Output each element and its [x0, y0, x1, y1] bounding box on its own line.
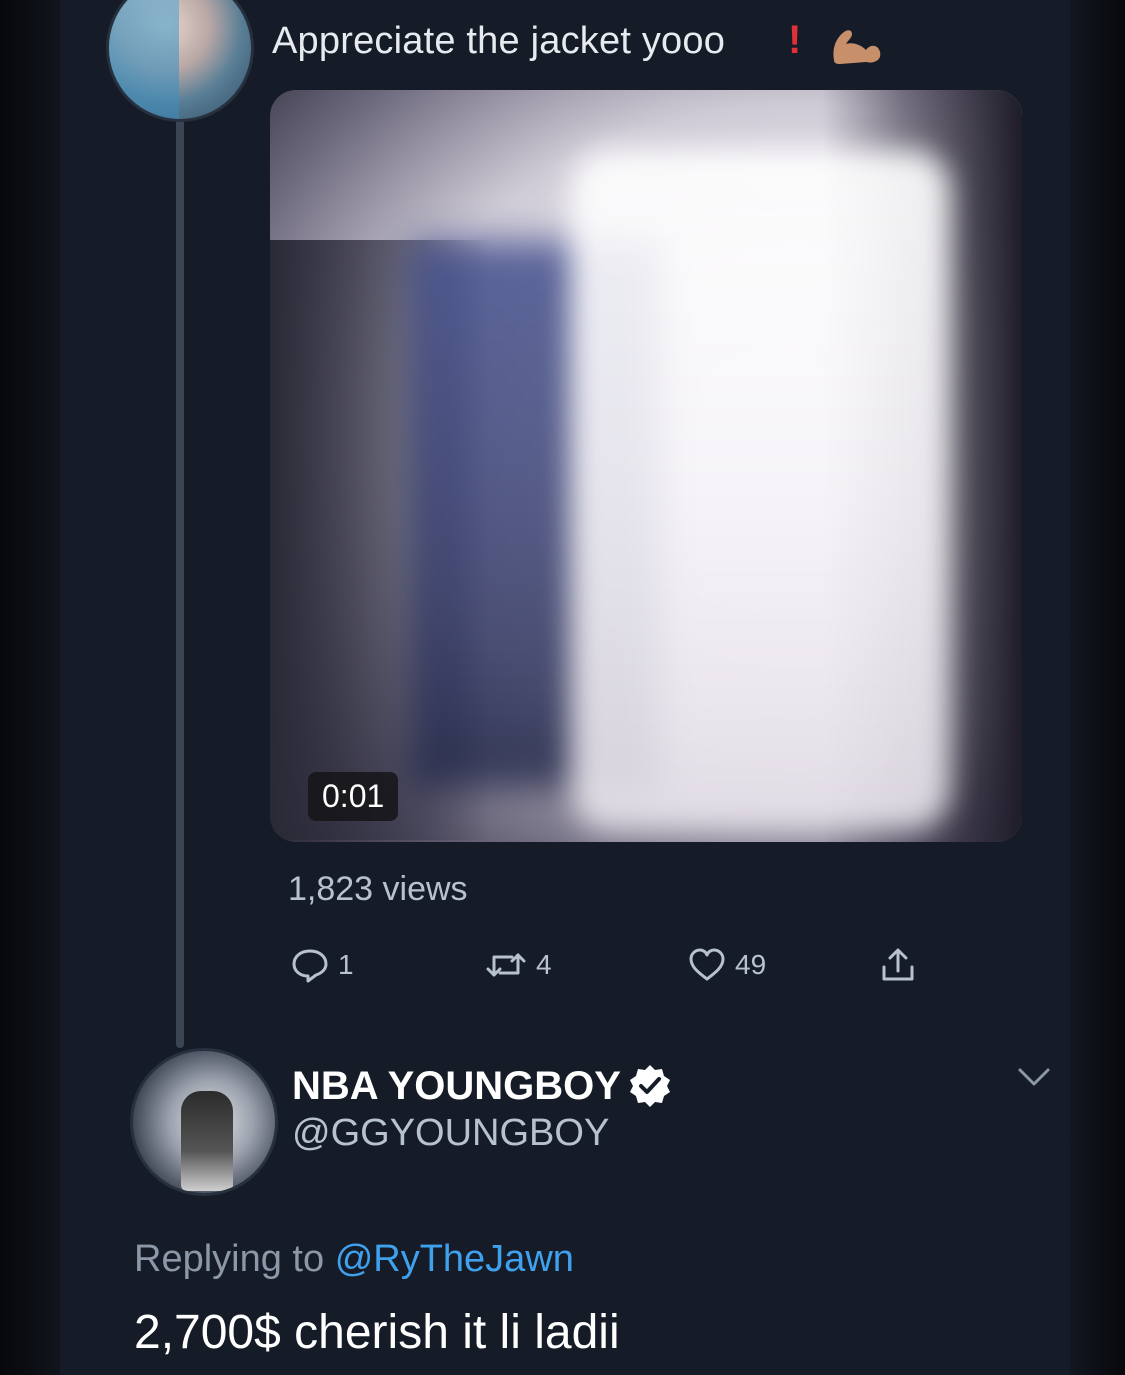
retweet-icon: [486, 953, 526, 977]
avatar-hair: [109, 0, 179, 119]
muscle-icon: [833, 30, 881, 64]
like-action[interactable]: 49: [687, 945, 766, 985]
share-action[interactable]: [878, 945, 918, 985]
right-edge: [1070, 0, 1125, 1375]
reply-author-name[interactable]: NBA YOUNGBOY: [292, 1064, 621, 1109]
share-icon: [882, 948, 914, 981]
reply-author-handle[interactable]: @GGYOUNGBOY: [292, 1112, 609, 1155]
screen: Appreciate the jacket yooo ! 0:01 1,823 …: [0, 0, 1125, 1375]
replying-to-line: Replying to @RyTheJawn: [134, 1238, 574, 1281]
video-timestamp: 0:01: [308, 772, 399, 821]
video-media[interactable]: 0:01: [270, 90, 1022, 842]
replying-to-mention[interactable]: @RyTheJawn: [335, 1238, 574, 1280]
thread-connector-line: [176, 118, 184, 1048]
exclamation-emoji: !: [788, 18, 802, 62]
reply-count: 1: [338, 949, 354, 980]
reply-icon: [292, 949, 328, 983]
avatar-figure: [181, 1091, 233, 1191]
like-icon: [689, 948, 725, 981]
parent-tweet-text: Appreciate the jacket yooo: [272, 20, 726, 62]
reply-author-avatar[interactable]: [130, 1048, 278, 1196]
left-edge: [0, 0, 60, 1375]
media-jacket: [570, 150, 950, 830]
retweet-count: 4: [536, 949, 552, 980]
verified-icon: [630, 1065, 670, 1107]
like-count: 49: [735, 949, 767, 980]
replying-to-label: Replying to: [134, 1238, 325, 1280]
chevron-down-icon[interactable]: [1016, 1064, 1052, 1090]
reply-tweet-text: 2,700$ cherish it li ladii: [134, 1306, 620, 1359]
reply-action[interactable]: 1: [290, 945, 354, 985]
retweet-action[interactable]: 4: [484, 945, 552, 985]
view-count: 1,823 views: [288, 870, 468, 908]
